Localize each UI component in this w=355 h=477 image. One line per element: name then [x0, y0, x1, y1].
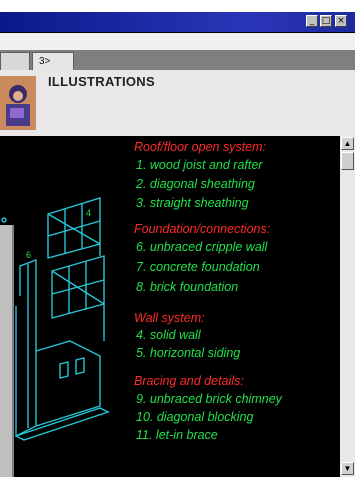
close-button[interactable]: ×	[335, 15, 347, 27]
page-title: ILLUSTRATIONS	[48, 74, 155, 89]
scroll-down-button[interactable]: ▼	[341, 462, 354, 475]
left-side-panel	[0, 225, 14, 477]
legend-item: 5. horizontal siding	[136, 346, 241, 360]
legend-item: 1. wood joist and rafter	[136, 158, 263, 172]
legend-item: 4. solid wall	[136, 328, 201, 342]
legend-heading-wall: Wall system:	[134, 311, 205, 325]
maximize-button[interactable]: □	[320, 15, 332, 27]
minimize-button[interactable]: _	[306, 15, 318, 27]
scroll-thumb[interactable]	[341, 152, 354, 170]
legend-item: 8. brick foundation	[136, 280, 239, 294]
legend-item: 9. unbraced brick chimney	[136, 392, 282, 406]
legend-item: 2. diagonal sheathing	[136, 177, 255, 191]
legend-item: 11. let-in brace	[136, 428, 218, 442]
legend-item: 7. concrete foundation	[136, 260, 260, 274]
callout-6: 6	[26, 250, 31, 260]
tab-previous[interactable]	[0, 52, 30, 70]
scroll-up-button[interactable]: ▲	[341, 137, 354, 150]
callout-4: 4	[86, 208, 91, 218]
legend-item: 3. straight sheathing	[136, 196, 249, 210]
vertical-scrollbar[interactable]	[340, 136, 355, 477]
illustration-canvas: 4 6 Roof/floor open system: 1. wood jois…	[0, 136, 340, 477]
legend-item: 10. diagonal blocking	[136, 410, 254, 424]
menu-area	[0, 32, 355, 51]
legend-item: 6. unbraced cripple wall	[136, 240, 268, 254]
illustration-thumbnail[interactable]	[0, 76, 36, 130]
tab-next[interactable]: 3>	[32, 52, 74, 70]
legend-heading-foundation: Foundation/connections:	[134, 222, 271, 236]
person-thumbnail-icon	[0, 76, 36, 130]
window-title-bar[interactable]: _ □ ×	[0, 12, 355, 32]
legend-heading-bracing: Bracing and details:	[134, 374, 244, 388]
legend-heading-roof: Roof/floor open system:	[134, 140, 267, 154]
